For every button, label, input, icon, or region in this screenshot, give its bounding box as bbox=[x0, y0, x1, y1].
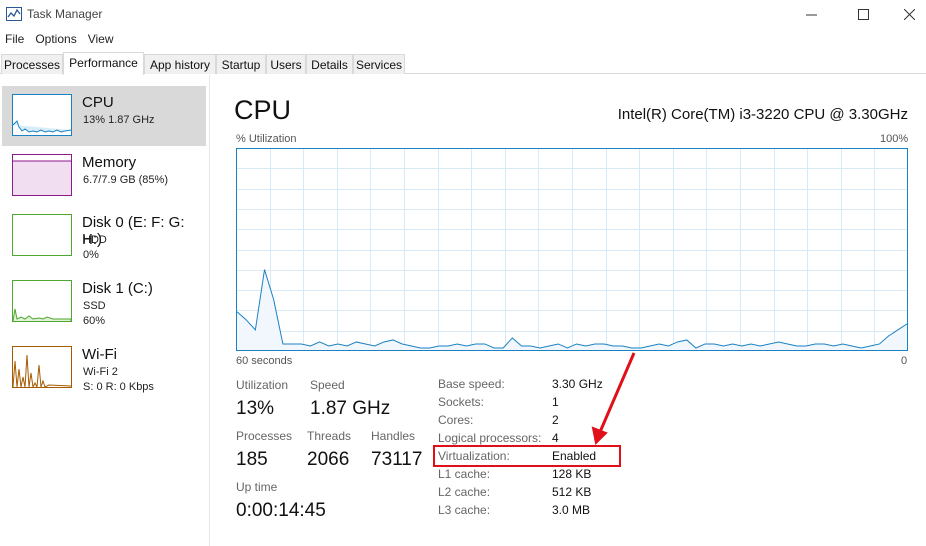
spec-l1-cache-value: 128 KB bbox=[552, 467, 592, 481]
speed-value: 1.87 GHz bbox=[310, 398, 391, 419]
graph-max-label: 100% bbox=[880, 133, 909, 145]
threads-value: 2066 bbox=[307, 449, 350, 470]
sidebar-disk-0-usage: 0% bbox=[83, 249, 99, 261]
graph-utilization-label: % Utilization bbox=[236, 133, 297, 145]
sidebar-disk-0-type: HDD bbox=[83, 234, 107, 246]
sidebar-disk-1-title: Disk 1 (C:) bbox=[82, 280, 153, 297]
spec-cores-label: Cores: bbox=[438, 413, 474, 427]
tab-details[interactable]: Details bbox=[306, 54, 353, 74]
menu-options[interactable]: Options bbox=[30, 29, 82, 49]
uptime-value: 0:00:14:45 bbox=[236, 500, 326, 521]
sidebar-disk-1-usage: 60% bbox=[83, 315, 106, 327]
menu-view[interactable]: View bbox=[83, 29, 120, 49]
threads-label: Threads bbox=[307, 429, 352, 443]
tab-processes[interactable]: Processes bbox=[1, 54, 63, 74]
sidebar-disk-1-type: SSD bbox=[83, 300, 106, 312]
close-icon bbox=[903, 8, 915, 20]
graph-time-span-label: 60 seconds bbox=[236, 355, 293, 367]
sidebar-item-disk-1[interactable]: Disk 1 (C:) SSD 60% bbox=[2, 272, 206, 332]
sidebar-memory-detail: 6.7/7.9 GB (85%) bbox=[83, 174, 168, 186]
spec-sockets-label: Sockets: bbox=[438, 395, 485, 409]
task-manager-icon bbox=[6, 7, 22, 21]
spec-base-speed-value: 3.30 GHz bbox=[552, 377, 603, 391]
disk-0-thumbnail-graph bbox=[12, 214, 72, 256]
memory-thumbnail-graph bbox=[12, 154, 72, 196]
processor-name: Intel(R) Core(TM) i3-3220 CPU @ 3.30GHz bbox=[617, 106, 908, 123]
sidebar-wifi-throughput: S: 0 R: 0 Kbps bbox=[83, 381, 154, 393]
maximize-button[interactable] bbox=[840, 0, 886, 28]
sidebar-memory-title: Memory bbox=[82, 154, 137, 171]
tab-users[interactable]: Users bbox=[266, 54, 306, 74]
spec-l3-cache-value: 3.0 MB bbox=[552, 503, 591, 517]
window-title: Task Manager bbox=[27, 7, 103, 21]
tab-strip: Processes Performance App history Startu… bbox=[0, 52, 926, 75]
minimize-icon bbox=[805, 14, 817, 15]
utilization-label: Utilization bbox=[236, 378, 289, 392]
tab-performance[interactable]: Performance bbox=[63, 52, 144, 75]
cpu-utilization-graph bbox=[236, 148, 908, 351]
title-bar[interactable]: Task Manager bbox=[0, 0, 926, 28]
processes-value: 185 bbox=[236, 449, 268, 470]
handles-value: 73117 bbox=[371, 449, 423, 470]
graph-time-zero-label: 0 bbox=[901, 355, 908, 367]
sidebar-item-cpu[interactable]: CPU 13% 1.87 GHz bbox=[2, 86, 206, 146]
spec-logical-processors-label: Logical processors: bbox=[438, 431, 542, 445]
spec-cores-value: 2 bbox=[552, 413, 559, 427]
minimize-button[interactable] bbox=[788, 0, 834, 28]
spec-l3-cache-label: L3 cache: bbox=[438, 503, 491, 517]
spec-logical-processors-value: 4 bbox=[552, 431, 559, 445]
wifi-thumbnail-graph bbox=[12, 346, 72, 388]
tab-app-history[interactable]: App history bbox=[144, 54, 216, 74]
maximize-icon bbox=[857, 8, 869, 20]
uptime-label: Up time bbox=[236, 480, 278, 494]
virtualization-highlight-box bbox=[433, 445, 621, 467]
speed-label: Speed bbox=[310, 378, 345, 392]
disk-1-thumbnail-graph bbox=[12, 280, 72, 322]
spec-l2-cache-label: L2 cache: bbox=[438, 485, 491, 499]
close-button[interactable] bbox=[886, 0, 926, 28]
menu-bar: File Options View bbox=[0, 29, 120, 49]
handles-label: Handles bbox=[371, 429, 416, 443]
page-title: CPU bbox=[234, 95, 292, 125]
tab-services[interactable]: Services bbox=[353, 54, 405, 74]
sidebar-item-wifi[interactable]: Wi-Fi Wi-Fi 2 S: 0 R: 0 Kbps bbox=[2, 338, 206, 398]
sidebar-cpu-title: CPU bbox=[82, 94, 114, 111]
processes-label: Processes bbox=[236, 429, 293, 443]
menu-file[interactable]: File bbox=[0, 29, 30, 49]
sidebar-wifi-title: Wi-Fi bbox=[82, 346, 117, 363]
resource-sidebar: CPU 13% 1.87 GHz Memory 6.7/7.9 GB (85%)… bbox=[0, 75, 210, 546]
spec-base-speed-label: Base speed: bbox=[438, 377, 505, 391]
cpu-thumbnail-graph bbox=[12, 94, 72, 136]
spec-l1-cache-label: L1 cache: bbox=[438, 467, 491, 481]
spec-sockets-value: 1 bbox=[552, 395, 559, 409]
spec-l2-cache-value: 512 KB bbox=[552, 485, 592, 499]
tab-startup[interactable]: Startup bbox=[216, 54, 266, 74]
sidebar-cpu-detail: 13% 1.87 GHz bbox=[83, 114, 155, 126]
utilization-value: 13% bbox=[236, 398, 275, 419]
sidebar-item-disk-0[interactable]: Disk 0 (E: F: G: H:) HDD 0% bbox=[2, 206, 206, 266]
sidebar-item-memory[interactable]: Memory 6.7/7.9 GB (85%) bbox=[2, 146, 206, 206]
sidebar-wifi-adapter: Wi-Fi 2 bbox=[83, 366, 118, 378]
